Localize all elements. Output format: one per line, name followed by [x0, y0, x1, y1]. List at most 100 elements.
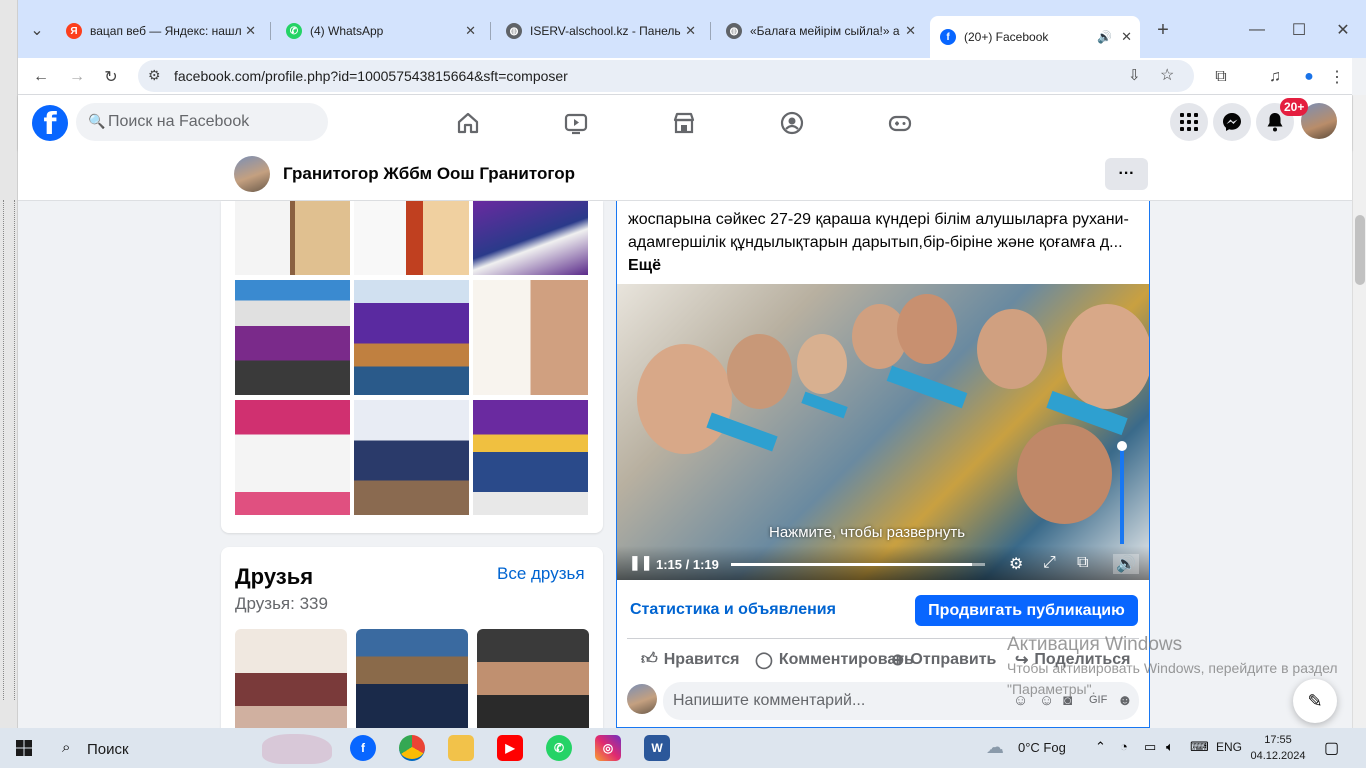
tab-facebook[interactable]: f (20+) Facebook 🔊 ✕: [930, 16, 1140, 58]
video-frame-detail: [977, 309, 1047, 389]
send-icon: ⊕: [891, 652, 905, 669]
battery-icon[interactable]: ▭: [1144, 739, 1156, 755]
extensions-icon[interactable]: ⧉: [1208, 64, 1234, 90]
word-app-icon[interactable]: W: [644, 735, 670, 761]
photo-thumbnail[interactable]: [235, 400, 350, 515]
close-icon[interactable]: ✕: [905, 23, 916, 39]
search-input[interactable]: [108, 103, 318, 141]
address-bar[interactable]: ⚙ facebook.com/profile.php?id=1000575438…: [138, 60, 1194, 92]
maximize-icon[interactable]: ☐: [1286, 17, 1312, 43]
home-icon[interactable]: [454, 109, 482, 137]
file-explorer-icon[interactable]: [448, 735, 474, 761]
volume-icon[interactable]: 🔊: [1113, 554, 1139, 574]
input-language[interactable]: ENG: [1216, 740, 1242, 754]
comment-bubble-icon: ◯: [755, 652, 773, 669]
network-icon[interactable]: ◔: [1120, 739, 1128, 754]
chrome-app-icon[interactable]: [399, 735, 425, 761]
video-frame-detail: [727, 334, 792, 409]
miniplayer-icon[interactable]: ⧉: [1077, 554, 1088, 572]
whatsapp-app-icon[interactable]: ✆: [546, 735, 572, 761]
all-friends-link[interactable]: Все друзья: [497, 564, 585, 584]
taskbar-search[interactable]: ⌕ Поиск: [52, 732, 342, 764]
volume-slider[interactable]: [1117, 404, 1127, 544]
video-frame-detail: [1017, 424, 1112, 524]
tray-chevron-icon[interactable]: ⌃: [1095, 739, 1106, 755]
youtube-icon[interactable]: ▶: [497, 735, 523, 761]
friend-photo[interactable]: [477, 629, 589, 739]
reload-icon[interactable]: ↻: [98, 64, 124, 90]
windows-start-icon[interactable]: [16, 740, 32, 756]
profile-avatar[interactable]: [234, 156, 270, 192]
back-icon[interactable]: ←: [28, 64, 54, 90]
close-icon[interactable]: ✕: [245, 23, 256, 39]
groups-icon[interactable]: [778, 109, 806, 137]
minimize-icon[interactable]: —: [1244, 17, 1270, 43]
close-icon[interactable]: ✕: [465, 23, 476, 39]
video-expand-hint[interactable]: Нажмите, чтобы развернуть: [769, 524, 965, 541]
photo-thumbnail[interactable]: [354, 201, 469, 275]
instagram-icon[interactable]: ◎: [595, 735, 621, 761]
profile-name[interactable]: Гранитогор Жббм Оош Гранитогор: [283, 164, 575, 184]
page-scrollbar[interactable]: [1352, 95, 1366, 728]
post-text-clipped-line: [628, 185, 1143, 208]
close-icon[interactable]: ✕: [685, 23, 696, 39]
fullscreen-icon[interactable]: ⤢: [1043, 554, 1056, 572]
messenger-icon[interactable]: [1213, 103, 1251, 141]
install-icon[interactable]: ⇩: [1128, 66, 1141, 84]
gaming-icon[interactable]: [886, 109, 914, 137]
settings-gear-icon[interactable]: ⚙: [1009, 554, 1023, 574]
video-frame-detail: [797, 334, 847, 394]
search-box[interactable]: 🔍: [76, 103, 328, 141]
menu-icon[interactable]: ⋮: [1324, 64, 1350, 90]
tab-search-icon[interactable]: ⌄: [24, 17, 50, 43]
video-player[interactable]: Нажмите, чтобы развернуть ❚❚ 1:15 / 1:19…: [617, 284, 1149, 580]
tab-whatsapp[interactable]: ✆ (4) WhatsApp ✕: [276, 16, 484, 46]
post-text: жоспарына сәйкес 27-29 қараша күндері бі…: [628, 185, 1143, 277]
facebook-app-icon[interactable]: f: [350, 735, 376, 761]
friend-photo[interactable]: [356, 629, 468, 739]
commenter-avatar[interactable]: [627, 684, 657, 714]
new-tab-icon[interactable]: +: [1150, 17, 1176, 43]
marketplace-icon[interactable]: [670, 109, 698, 137]
see-more-link[interactable]: Ещё: [628, 257, 661, 274]
menu-grid-icon[interactable]: [1170, 103, 1208, 141]
new-message-button[interactable]: ✎: [1293, 679, 1337, 723]
media-control-icon[interactable]: ♫: [1262, 64, 1288, 90]
notification-center-icon[interactable]: ▢: [1324, 738, 1339, 758]
stats-and-ads-link[interactable]: Статистика и объявления: [630, 601, 836, 619]
volume-tray-icon[interactable]: 🔈︎: [1166, 739, 1174, 755]
comment-input[interactable]: [673, 682, 993, 720]
profile-icon[interactable]: ●: [1296, 64, 1322, 90]
like-button[interactable]: 👍︎ Нравится: [641, 650, 740, 669]
scrollbar-thumb[interactable]: [1355, 215, 1365, 285]
video-progress-bar[interactable]: [731, 563, 985, 566]
photo-thumbnail[interactable]: [473, 280, 588, 395]
forward-icon[interactable]: →: [64, 64, 90, 90]
taskbar-clock[interactable]: 17:55 04.12.2024: [1250, 732, 1306, 764]
close-icon[interactable]: ✕: [1121, 29, 1132, 45]
photo-thumbnail[interactable]: [235, 201, 350, 275]
photo-thumbnail[interactable]: [473, 400, 588, 515]
friend-photo[interactable]: [235, 629, 347, 739]
promote-post-button[interactable]: Продвигать публикацию: [915, 595, 1138, 626]
photo-thumbnail[interactable]: [354, 400, 469, 515]
keyboard-icon[interactable]: ⌨: [1190, 739, 1209, 755]
volume-knob[interactable]: [1117, 441, 1127, 451]
tab-balaga[interactable]: ◍ «Балаға мейірім сыйла!» а ✕: [716, 16, 924, 46]
volume-fill: [1120, 446, 1124, 544]
facebook-logo-icon[interactable]: f: [32, 105, 68, 141]
photo-thumbnail[interactable]: [473, 201, 588, 275]
window-close-icon[interactable]: ✕: [1330, 17, 1356, 43]
send-button[interactable]: ⊕ Отправить: [891, 650, 996, 670]
bookmark-star-icon[interactable]: ☆: [1160, 65, 1174, 85]
speaker-icon[interactable]: 🔊: [1097, 30, 1112, 44]
tab-iserv[interactable]: ◍ ISERV-alschool.kz - Панель ✕: [496, 16, 704, 46]
tab-yandex[interactable]: Я вацап веб — Яндекс: нашл ✕: [56, 16, 264, 46]
photo-thumbnail[interactable]: [235, 280, 350, 395]
weather-text[interactable]: 0°C Fog: [1018, 740, 1066, 755]
video-icon[interactable]: [562, 109, 590, 137]
pause-icon[interactable]: ❚❚: [629, 554, 652, 571]
url-text[interactable]: facebook.com/profile.php?id=100057543815…: [174, 68, 568, 84]
photo-thumbnail[interactable]: [354, 280, 469, 395]
site-info-icon[interactable]: ⚙: [148, 67, 161, 84]
